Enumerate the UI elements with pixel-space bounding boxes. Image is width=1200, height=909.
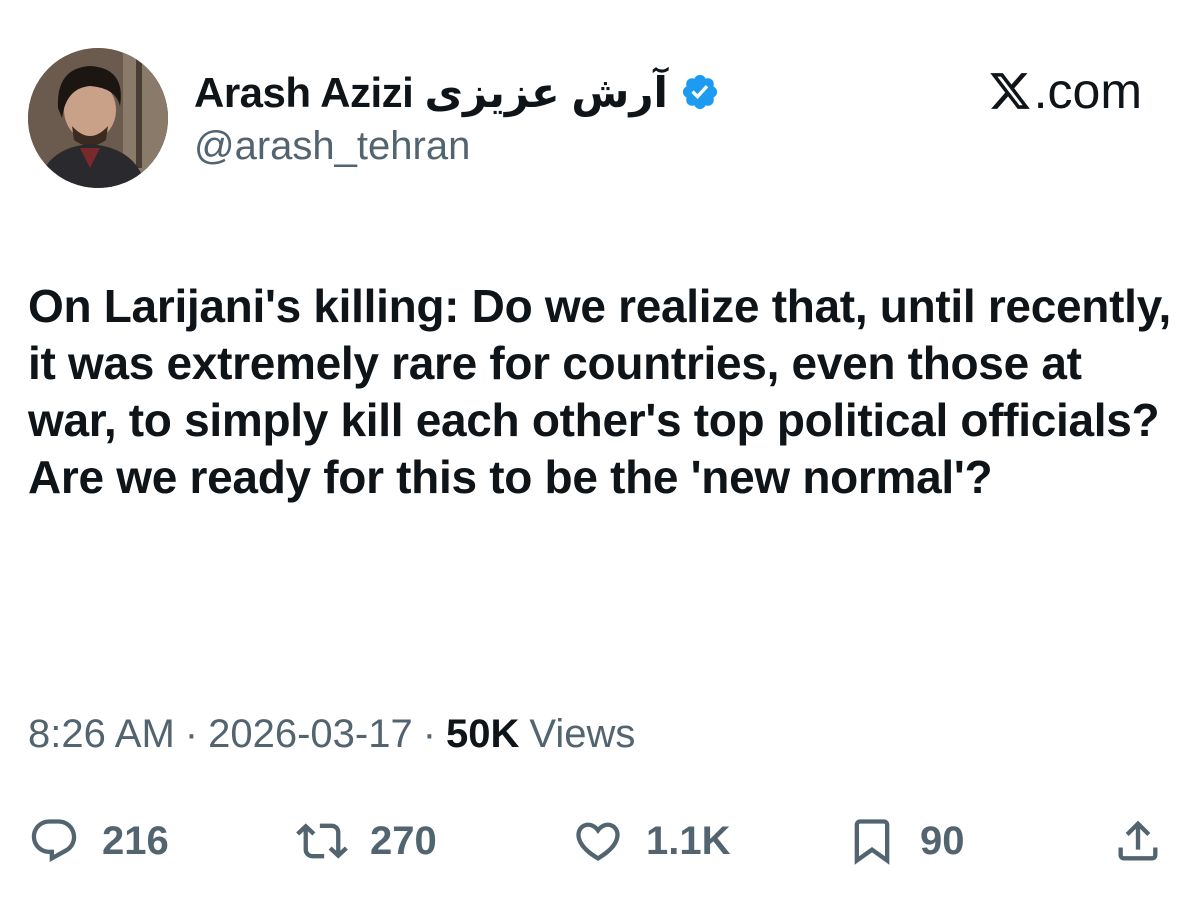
action-bar: 216 270 1.1K 90	[0, 806, 1200, 876]
retweet-button[interactable]: 270	[296, 806, 437, 876]
meta-separator: ·	[422, 712, 437, 756]
bookmark-button[interactable]: 90	[846, 806, 965, 876]
reply-icon	[28, 815, 80, 867]
site-domain-label: .com	[1033, 63, 1142, 119]
reply-count: 216	[102, 818, 169, 863]
retweet-count: 270	[370, 818, 437, 863]
like-button[interactable]: 1.1K	[572, 806, 731, 876]
author-handle[interactable]: @arash_tehran	[194, 124, 470, 169]
share-icon	[1112, 815, 1164, 867]
tweet-meta: 8:26 AM · 2026-03-17 · 50K Views	[28, 712, 635, 757]
views-label: Views	[529, 712, 636, 756]
tweet-date[interactable]: 2026-03-17	[208, 712, 413, 757]
meta-separator: ·	[184, 712, 199, 756]
bookmark-count: 90	[920, 818, 965, 863]
site-branding: .com	[988, 58, 1142, 124]
author-display-name[interactable]: Arash Azizi آرش عزیزی	[194, 68, 668, 117]
views-count: 50K	[446, 712, 520, 756]
tweet-time[interactable]: 8:26 AM	[28, 712, 175, 757]
reply-button[interactable]: 216	[28, 806, 169, 876]
bookmark-icon	[846, 815, 898, 867]
heart-icon	[572, 815, 624, 867]
like-count: 1.1K	[646, 818, 731, 863]
x-logo-icon	[988, 69, 1032, 113]
avatar[interactable]	[28, 48, 168, 188]
author-name-row: Arash Azizi آرش عزیزی	[194, 62, 720, 122]
share-button[interactable]	[1112, 806, 1164, 876]
avatar-image	[28, 48, 168, 188]
retweet-icon	[296, 815, 348, 867]
tweet-text: On Larijani's killing: Do we realize tha…	[28, 280, 1171, 503]
verified-badge-icon	[680, 72, 720, 112]
